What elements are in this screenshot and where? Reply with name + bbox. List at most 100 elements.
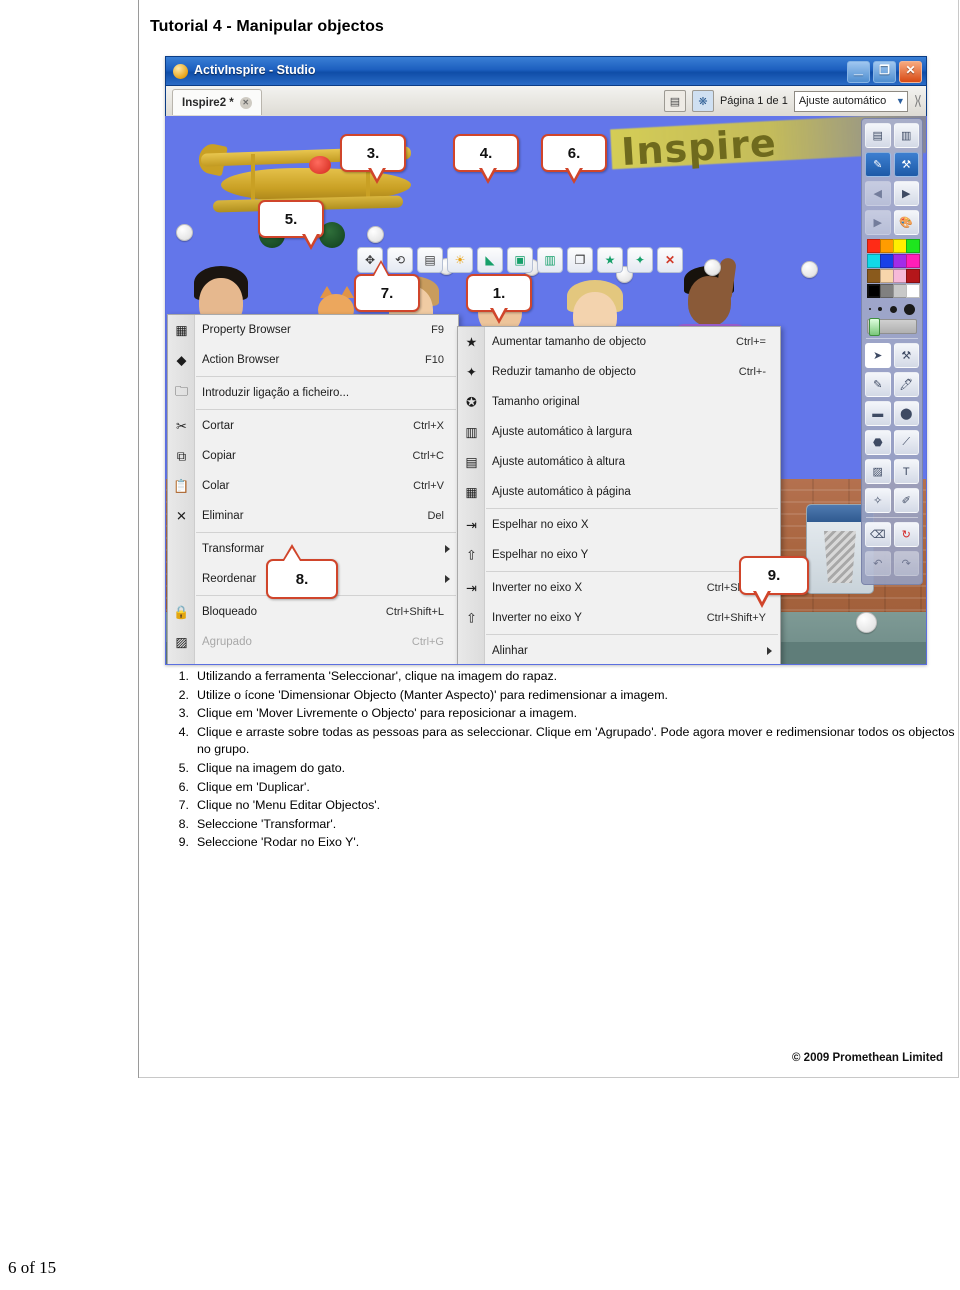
minimize-button[interactable]: _ [847, 60, 870, 83]
submenu-item[interactable]: ⇧ Espelhar no eixo Y [458, 540, 780, 570]
tools-icon[interactable]: ⚒ [893, 152, 919, 177]
highlighter-tool-icon[interactable]: 🖊 [893, 372, 919, 397]
color-swatch[interactable] [892, 254, 907, 268]
shortcut-label: Del [427, 510, 444, 522]
fill-tool-icon[interactable]: ⬤ [893, 401, 919, 426]
submenu-item[interactable]: ⇥ Espelhar no eixo X [458, 510, 780, 540]
resize-keep-aspect-icon[interactable]: ◣ [477, 247, 503, 273]
tools-box-icon[interactable]: ⚒ [893, 343, 919, 368]
context-menu-item[interactable]: ✂ Cortar Ctrl+X [168, 411, 458, 441]
pen-width-selector[interactable] [865, 301, 919, 317]
color-swatch[interactable] [905, 254, 920, 268]
submenu-item[interactable]: ⇥ Inverter no eixo X Ctrl+Shift+X [458, 573, 780, 603]
clear-tool-icon[interactable]: ⌫ [865, 522, 891, 547]
shortcut-label: Ctrl+X [413, 420, 444, 432]
submenu-item[interactable]: ✦ Reduzir tamanho de objecto Ctrl+- [458, 357, 780, 387]
context-menu-label: Agrupado [202, 636, 252, 648]
clip-art-tool-icon[interactable]: ▨ [865, 459, 891, 484]
duplicate-many-icon[interactable]: ▣ [507, 247, 533, 273]
shortcut-label: Ctrl+= [736, 336, 766, 348]
color-swatch[interactable] [866, 239, 881, 253]
text-tool-icon[interactable]: T [893, 459, 919, 484]
submenu-item[interactable]: ▥ Ajuste automático à largura [458, 417, 780, 447]
color-swatch[interactable] [879, 239, 894, 253]
color-swatch[interactable] [866, 269, 881, 283]
pen-width-dot[interactable] [889, 305, 897, 313]
close-button[interactable]: ✕ [899, 61, 922, 83]
selection-handle[interactable] [704, 259, 721, 276]
undo-icon[interactable]: ↶ [865, 551, 891, 576]
pen-browser-icon[interactable]: ✎ [865, 152, 891, 177]
submenu-item[interactable]: ★ Aumentar tamanho de objecto Ctrl+= [458, 327, 780, 357]
document-tab[interactable]: Inspire2 * ✕ [172, 89, 262, 115]
object-context-menu[interactable]: ▦ Property Browser F9 ◆ Action Browser F10 🗀 In… [167, 314, 459, 664]
maximize-button[interactable]: ❐ [873, 61, 896, 83]
color-swatch[interactable] [866, 254, 881, 268]
submenu-item[interactable]: ▦ Ajuste automático à página [458, 477, 780, 507]
snowflake-icon[interactable]: ❋ [691, 90, 714, 112]
selection-handle[interactable] [176, 224, 193, 241]
increase-size-icon[interactable]: ★ [597, 247, 623, 273]
slider-thumb[interactable] [869, 318, 880, 336]
color-swatch[interactable] [879, 269, 894, 283]
magic-ink-tool-icon[interactable]: ✧ [865, 488, 891, 513]
submenu-item[interactable]: Alinhar [458, 636, 780, 664]
page-browser-icon[interactable]: ▤ [865, 123, 891, 148]
play-icon[interactable]: ▶ [865, 210, 891, 235]
color-swatch[interactable] [892, 284, 907, 298]
color-swatch[interactable] [905, 284, 920, 298]
duplicate-icon[interactable]: ❐ [567, 247, 593, 273]
color-swatch[interactable] [892, 269, 907, 283]
color-swatch[interactable] [879, 284, 894, 298]
reset-page-icon[interactable]: ↻ [893, 522, 919, 547]
redo-icon[interactable]: ↷ [893, 551, 919, 576]
delete-icon[interactable]: ✕ [657, 247, 683, 273]
pen-width-dot[interactable] [878, 307, 883, 311]
pen-tool-icon[interactable]: ✎ [865, 372, 891, 397]
previous-page-icon[interactable]: ◀ [865, 181, 891, 206]
eraser-tool-icon[interactable]: ▬ [865, 401, 891, 426]
translucency-icon[interactable]: ☀ [447, 247, 473, 273]
marker-tool-icon[interactable]: ✐ [893, 488, 919, 513]
rotate-icon[interactable]: ⟲ [387, 247, 413, 273]
color-palette[interactable] [865, 239, 920, 298]
color-swatch[interactable] [905, 269, 920, 283]
context-menu-item[interactable]: ⧉ Copiar Ctrl+C [168, 441, 458, 471]
transform-submenu[interactable]: ★ Aumentar tamanho de objecto Ctrl+= ✦ Reduz… [457, 326, 781, 664]
opacity-slider[interactable] [867, 318, 917, 336]
shape-tool-icon[interactable]: ⬣ [865, 430, 891, 455]
context-menu-item[interactable]: ◆ Action Browser F10 [168, 345, 458, 375]
palette-icon[interactable]: 🎨 [893, 210, 919, 235]
selection-handle[interactable] [801, 261, 818, 278]
context-menu-item[interactable]: 🔒 Bloqueado Ctrl+Shift+L [168, 597, 458, 627]
resize-handle-bottom-right[interactable] [856, 612, 877, 633]
submenu-item[interactable]: ⇧ Inverter no eixo Y Ctrl+Shift+Y [458, 603, 780, 633]
pen-width-dot[interactable] [904, 303, 916, 315]
callout-6: 6. [541, 134, 607, 184]
selection-handle[interactable] [367, 226, 384, 243]
submenu-item[interactable]: ▤ Ajuste automático à altura [458, 447, 780, 477]
color-swatch[interactable] [866, 284, 881, 298]
drag-copy-icon[interactable]: ▥ [537, 247, 563, 273]
decrease-size-icon[interactable]: ✦ [627, 247, 653, 273]
submenu-item[interactable]: ✪ Tamanho original [458, 387, 780, 417]
edit-objects-menu-icon[interactable]: ▤ [417, 247, 443, 273]
color-swatch[interactable] [879, 254, 894, 268]
connector-tool-icon[interactable]: ⟋ [893, 430, 919, 455]
context-menu-item[interactable]: ▦ Property Browser F9 [168, 315, 458, 345]
page-view-icon[interactable]: ▤ [663, 90, 686, 112]
context-menu-label: Cortar [202, 420, 234, 432]
next-page-icon[interactable]: ▶ [893, 181, 919, 206]
flipchart-canvas[interactable]: Inspire ✥ ⟲ ▤ ☀ ◣ ▣ ▥ ❐ ★ ✦ ✕ ▤ ▥ ✎ ⚒ ◀ … [166, 116, 926, 664]
color-swatch[interactable] [905, 239, 920, 253]
zoom-select[interactable]: Ajuste automático ▼ [793, 90, 908, 112]
fit-screen-icon[interactable]: ⟩⟨ [914, 93, 922, 109]
resource-browser-icon[interactable]: ▥ [893, 123, 919, 148]
context-menu-item[interactable]: 📋 Colar Ctrl+V [168, 471, 458, 501]
context-menu-item[interactable]: ✕ Eliminar Del [168, 501, 458, 531]
context-menu-item[interactable]: 🗀 Introduzir ligação a ficheiro... [168, 378, 458, 408]
close-icon[interactable]: ✕ [239, 96, 252, 109]
select-tool-icon[interactable]: ➤ [865, 343, 891, 368]
pen-width-dot[interactable] [868, 308, 871, 310]
color-swatch[interactable] [892, 239, 907, 253]
